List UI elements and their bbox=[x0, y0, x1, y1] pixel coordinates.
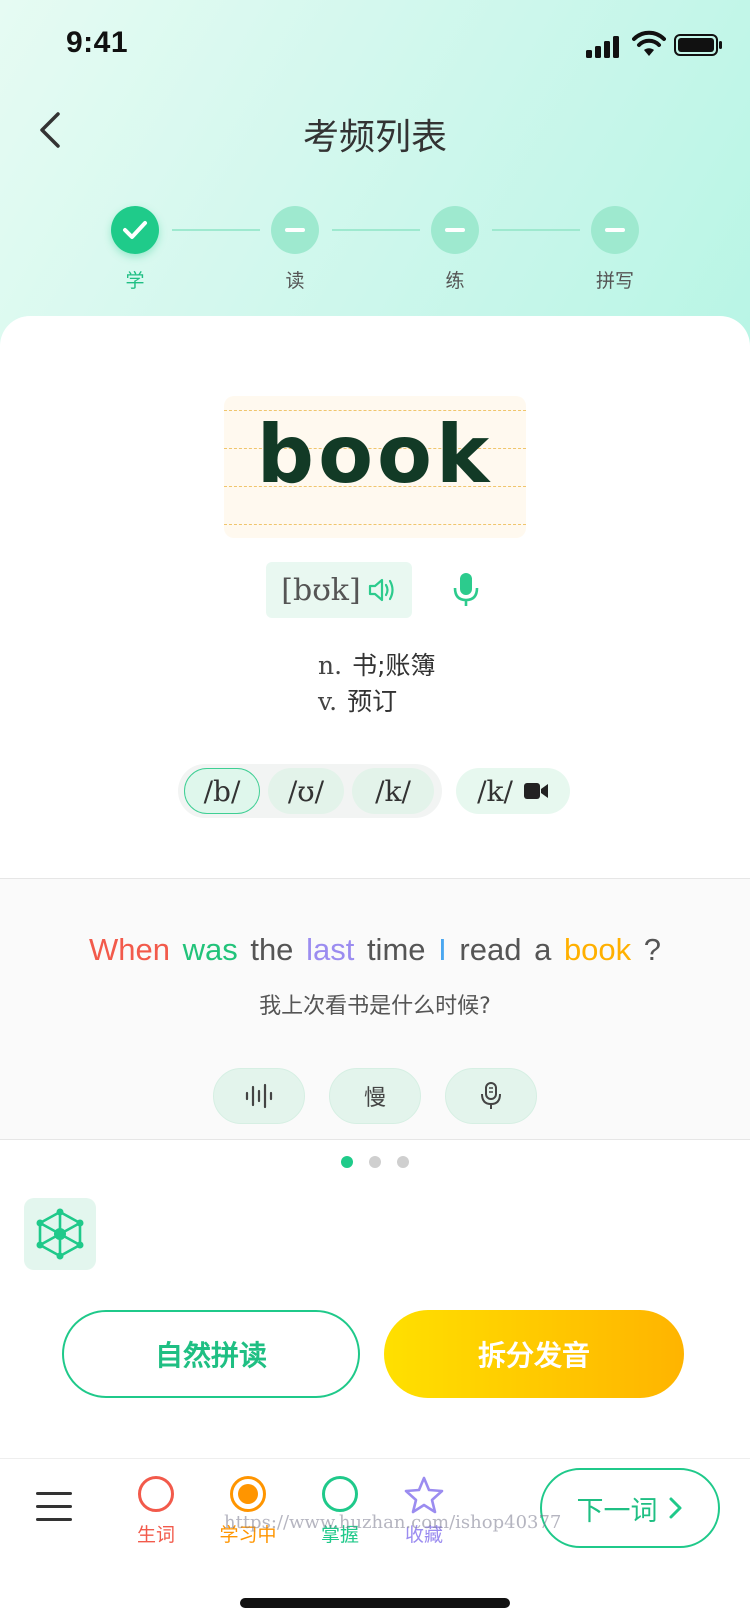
word-network-button[interactable] bbox=[24, 1198, 96, 1270]
syllable-video-label: /k/ bbox=[477, 774, 513, 808]
step-label: 练 bbox=[445, 270, 465, 292]
menu-icon[interactable] bbox=[36, 1492, 72, 1522]
page-title: 考频列表 bbox=[302, 117, 447, 158]
status-time: 9:41 bbox=[66, 26, 129, 59]
step-label: 学 bbox=[125, 270, 145, 292]
sentence-word[interactable]: I bbox=[438, 932, 447, 967]
pager-dot[interactable] bbox=[341, 1156, 353, 1168]
syllable-chip[interactable]: /ʊ/ bbox=[268, 768, 344, 814]
waveform-icon bbox=[245, 1083, 273, 1109]
sentence-word[interactable]: was bbox=[183, 932, 238, 967]
slow-label: 慢 bbox=[363, 1086, 386, 1111]
step-label: 拼写 bbox=[595, 270, 634, 292]
step-connector bbox=[492, 229, 580, 231]
dash-icon bbox=[591, 206, 639, 254]
speaker-icon bbox=[368, 578, 394, 602]
microphone-icon bbox=[481, 1082, 501, 1109]
signal-icon bbox=[586, 34, 622, 58]
definitions: n. 书;账簿 v. 预订 bbox=[318, 648, 436, 720]
record-button[interactable] bbox=[445, 1068, 537, 1124]
wifi-icon bbox=[632, 30, 666, 56]
step-practice[interactable]: 练 bbox=[415, 206, 495, 293]
syllable-chip[interactable]: /k/ bbox=[352, 768, 434, 814]
sentence-word[interactable]: ? bbox=[644, 932, 661, 967]
definition-row: n. 书;账簿 bbox=[318, 648, 436, 684]
ring-selected-icon bbox=[230, 1476, 266, 1512]
word-title: book bbox=[256, 408, 494, 501]
ring-icon bbox=[322, 1476, 358, 1512]
split-pronunciation-button[interactable]: 拆分发音 bbox=[384, 1310, 684, 1398]
slow-play-button[interactable]: 慢 bbox=[329, 1068, 421, 1124]
tab-new-words[interactable]: 生词 bbox=[116, 1476, 196, 1547]
definition-meaning: 书;账簿 bbox=[352, 651, 436, 680]
check-icon bbox=[111, 206, 159, 254]
star-icon bbox=[404, 1476, 444, 1514]
play-audio-button[interactable] bbox=[213, 1068, 305, 1124]
syllable-video-button[interactable]: /k/ bbox=[456, 768, 570, 814]
sentence-word[interactable]: time bbox=[367, 932, 426, 967]
phonics-button[interactable]: 自然拼读 bbox=[62, 1310, 360, 1398]
step-label: 读 bbox=[285, 270, 305, 292]
next-word-button[interactable]: 下一词 bbox=[540, 1468, 720, 1548]
sentence-word[interactable]: book bbox=[564, 932, 631, 967]
syllable-group: /b/ /ʊ/ /k/ bbox=[178, 764, 442, 818]
sentence-word[interactable]: read bbox=[459, 932, 521, 967]
pager-dot[interactable] bbox=[397, 1156, 409, 1168]
sentence-word[interactable]: the bbox=[250, 932, 293, 967]
battery-icon bbox=[674, 34, 722, 56]
ring-icon bbox=[138, 1476, 174, 1512]
tab-label: 生词 bbox=[136, 1524, 175, 1546]
phonetic-play-button[interactable]: [bʊk] bbox=[266, 562, 412, 618]
sentence-word[interactable]: When bbox=[89, 932, 170, 967]
watermark: https://www.huzhan.com/ishop40377 bbox=[224, 1512, 562, 1533]
sentence-word[interactable]: last bbox=[306, 932, 354, 967]
step-spell[interactable]: 拼写 bbox=[575, 206, 655, 293]
step-learn[interactable]: 学 bbox=[95, 206, 175, 293]
syllable-chip[interactable]: /b/ bbox=[184, 768, 260, 814]
dash-icon bbox=[431, 206, 479, 254]
definition-row: v. 预订 bbox=[318, 684, 436, 720]
step-read[interactable]: 读 bbox=[255, 206, 335, 293]
example-translation: 我上次看书是什么时候? bbox=[259, 994, 491, 1019]
home-indicator bbox=[240, 1598, 510, 1608]
sentence-word[interactable]: a bbox=[534, 932, 551, 967]
progress-steps: 学 读 练 拼写 bbox=[0, 206, 750, 296]
microphone-icon[interactable] bbox=[450, 572, 482, 608]
part-of-speech: v. bbox=[318, 687, 338, 716]
step-connector bbox=[172, 229, 260, 231]
part-of-speech: n. bbox=[318, 651, 343, 680]
example-sentence: When was the last time I read a book ? bbox=[0, 932, 750, 968]
definition-meaning: 预订 bbox=[347, 687, 398, 716]
pager-dot[interactable] bbox=[369, 1156, 381, 1168]
step-connector bbox=[332, 229, 420, 231]
pager-dots bbox=[0, 1156, 750, 1168]
network-cube-icon bbox=[36, 1208, 84, 1260]
dash-icon bbox=[271, 206, 319, 254]
chevron-right-icon bbox=[669, 1497, 681, 1519]
next-word-label: 下一词 bbox=[576, 1495, 658, 1527]
status-bar: 9:41 bbox=[0, 0, 750, 92]
phonetic-text: [bʊk] bbox=[281, 572, 361, 608]
video-camera-icon bbox=[523, 783, 548, 799]
